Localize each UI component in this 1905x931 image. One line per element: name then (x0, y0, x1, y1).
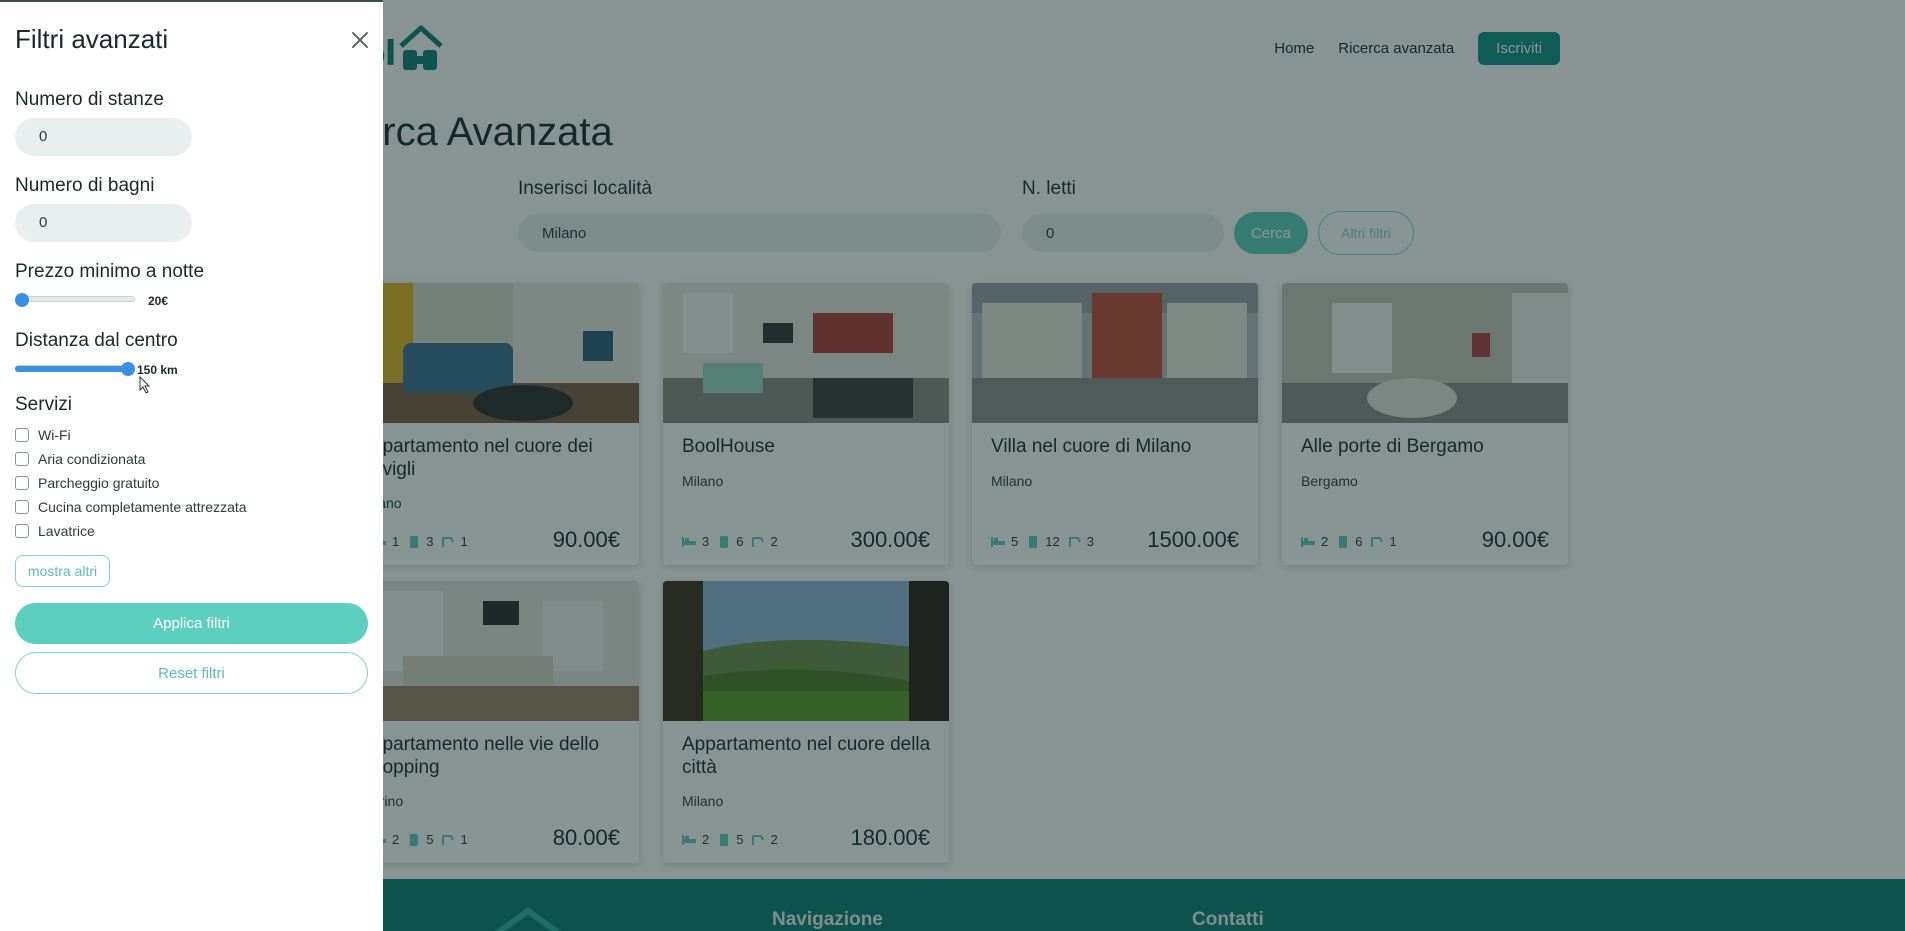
slider-thumb[interactable] (15, 293, 29, 307)
checkbox[interactable] (15, 524, 29, 538)
panel-title: Filtri avanzati (15, 24, 169, 54)
close-button[interactable] (346, 26, 374, 54)
show-more-button[interactable]: mostra altri (15, 555, 110, 587)
service-checkbox-air-conditioning[interactable]: Aria condizionata (15, 451, 145, 467)
service-label: Aria condizionata (38, 451, 146, 467)
distance-label: Distanza dal centro (15, 330, 178, 351)
service-checkbox-wifi[interactable]: Wi-Fi (15, 427, 71, 443)
rooms-label: Numero di stanze (15, 89, 164, 110)
slider-thumb[interactable] (121, 362, 135, 376)
slider-fill (15, 366, 135, 372)
checkbox[interactable] (15, 428, 29, 442)
min-price-label: Prezzo minimo a notte (15, 261, 205, 282)
service-checkbox-kitchen[interactable]: Cucina completamente attrezzata (15, 499, 247, 515)
rooms-input[interactable]: 0 (15, 118, 192, 156)
service-label: Wi-Fi (38, 427, 71, 443)
service-checkbox-parking[interactable]: Parcheggio gratuito (15, 475, 159, 491)
mouse-cursor-icon (139, 376, 151, 394)
close-icon (352, 32, 368, 48)
reset-filters-button[interactable]: Reset filtri (15, 652, 368, 694)
slider-track (15, 296, 135, 302)
min-price-value: 20€ (148, 294, 169, 308)
checkbox[interactable] (15, 476, 29, 490)
bathrooms-label: Numero di bagni (15, 175, 155, 196)
advanced-filters-panel: Filtri avanzati Numero di stanze 0 Numer… (0, 0, 383, 931)
service-label: Parcheggio gratuito (38, 475, 160, 491)
checkbox[interactable] (15, 500, 29, 514)
distance-value: 150 km (137, 363, 178, 377)
bathrooms-input[interactable]: 0 (15, 204, 192, 242)
services-title: Servizi (15, 394, 73, 415)
service-checkbox-washing-machine[interactable]: Lavatrice (15, 523, 95, 539)
service-label: Cucina completamente attrezzata (38, 499, 247, 515)
checkbox[interactable] (15, 452, 29, 466)
service-label: Lavatrice (38, 523, 95, 539)
apply-filters-button[interactable]: Applica filtri (15, 603, 368, 644)
